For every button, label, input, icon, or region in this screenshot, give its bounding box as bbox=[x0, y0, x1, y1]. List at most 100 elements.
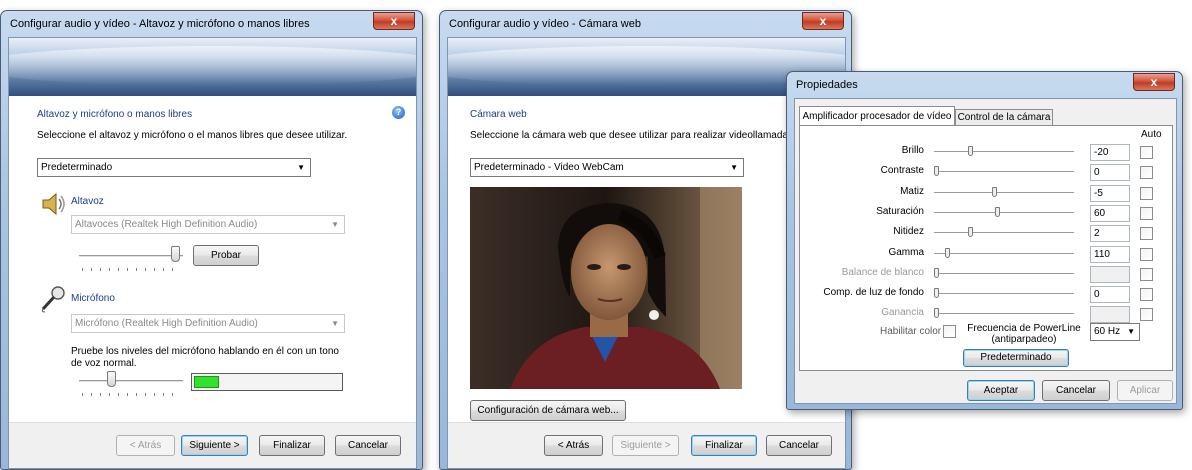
auto-column-header: Auto bbox=[1141, 129, 1162, 140]
speaker-icon bbox=[41, 192, 67, 216]
microphone-level-fill bbox=[194, 376, 219, 388]
property-slider-track[interactable] bbox=[934, 212, 1074, 213]
property-auto-checkbox[interactable] bbox=[1140, 207, 1153, 220]
property-slider-thumb[interactable] bbox=[992, 187, 997, 197]
microphone-icon bbox=[39, 285, 67, 313]
speaker-select-value: Altavoces (Realtek High Definition Audio… bbox=[75, 219, 258, 230]
cancel-button[interactable]: Cancelar bbox=[766, 435, 832, 456]
properties-titlebar[interactable]: Propiedades x bbox=[794, 72, 1175, 98]
speaker-volume-ticks bbox=[82, 268, 180, 271]
property-value-field[interactable]: -20 bbox=[1090, 144, 1130, 161]
audio-window-titlebar[interactable]: Configurar audio y vídeo - Altavoz y mic… bbox=[8, 11, 415, 37]
property-value-field[interactable]: -5 bbox=[1090, 185, 1130, 202]
wizard-footer: < Atrás Siguiente > Finalizar Cancelar bbox=[9, 422, 416, 468]
tab-camera-control[interactable]: Control de la cámara bbox=[955, 109, 1053, 126]
property-slider-thumb[interactable] bbox=[995, 207, 1000, 217]
apply-button[interactable]: Aplicar bbox=[1117, 380, 1173, 401]
device-select[interactable]: Predeterminado ▼ bbox=[37, 158, 311, 177]
property-auto-checkbox[interactable] bbox=[1140, 308, 1153, 321]
property-slider-thumb[interactable] bbox=[945, 248, 950, 258]
property-slider-thumb[interactable] bbox=[934, 166, 939, 176]
property-slider-thumb[interactable] bbox=[968, 227, 973, 237]
speaker-label: Altavoz bbox=[71, 196, 104, 207]
webcam-select[interactable]: Predeterminado - Video WebCam ▼ bbox=[470, 158, 744, 177]
close-button[interactable]: x bbox=[802, 12, 844, 30]
property-value-field[interactable]: 0 bbox=[1090, 164, 1130, 181]
microphone-volume-track[interactable] bbox=[79, 380, 183, 383]
property-value-field[interactable]: 0 bbox=[1090, 286, 1130, 303]
instruction-text: Seleccione la cámara web que desee utili… bbox=[470, 130, 793, 141]
webcam-window-titlebar[interactable]: Configurar audio y vídeo - Cámara web x bbox=[447, 11, 844, 37]
color-enable-checkbox[interactable] bbox=[943, 325, 956, 338]
property-slider-thumb[interactable] bbox=[934, 268, 939, 278]
next-button[interactable]: Siguiente > bbox=[612, 435, 679, 456]
property-label: Comp. de luz de fondo bbox=[823, 287, 924, 298]
probar-button[interactable]: Probar bbox=[193, 245, 259, 266]
finish-button[interactable]: Finalizar bbox=[691, 435, 757, 456]
powerline-label-line1: Frecuencia de PowerLine bbox=[967, 323, 1081, 334]
accept-button[interactable]: Aceptar bbox=[967, 380, 1035, 401]
property-slider-track[interactable] bbox=[934, 293, 1074, 294]
property-auto-checkbox[interactable] bbox=[1140, 288, 1153, 301]
speaker-volume-track[interactable] bbox=[79, 255, 183, 258]
chevron-down-icon: ▼ bbox=[297, 163, 305, 172]
default-button[interactable]: Predeterminado bbox=[963, 349, 1069, 367]
tab-video-proc-amp-label: Amplificador procesador de vídeo bbox=[802, 111, 952, 122]
property-slider-thumb[interactable] bbox=[934, 288, 939, 298]
webcam-settings-button[interactable]: Configuración de cámara web... bbox=[470, 400, 626, 421]
property-auto-checkbox[interactable] bbox=[1140, 166, 1153, 179]
speaker-select[interactable]: Altavoces (Realtek High Definition Audio… bbox=[71, 215, 345, 234]
chevron-down-icon: ▼ bbox=[331, 220, 339, 229]
speaker-volume-thumb[interactable] bbox=[171, 246, 180, 262]
property-label: Contraste bbox=[880, 165, 924, 176]
cancel-button[interactable]: Cancelar bbox=[335, 435, 401, 456]
properties-title: Propiedades bbox=[796, 79, 858, 91]
next-button[interactable]: Siguiente > bbox=[181, 435, 248, 456]
powerline-select[interactable]: 60 Hz ▼ bbox=[1090, 323, 1140, 341]
property-label: Nitidez bbox=[893, 226, 924, 237]
webcam-window-title: Configurar audio y vídeo - Cámara web bbox=[449, 18, 641, 30]
property-slider-track[interactable] bbox=[934, 232, 1074, 233]
back-button[interactable]: < Atrás bbox=[116, 435, 175, 456]
property-slider-track[interactable] bbox=[934, 313, 1074, 314]
property-auto-checkbox[interactable] bbox=[1140, 146, 1153, 159]
microphone-select-value: Micrófono (Realtek High Definition Audio… bbox=[75, 318, 258, 329]
cancel-button[interactable]: Cancelar bbox=[1042, 380, 1110, 401]
property-value-field[interactable]: 60 bbox=[1090, 205, 1130, 222]
audio-window-client: ? Altavoz y micrófono o manos libres Sel… bbox=[8, 37, 417, 469]
property-slider-track[interactable] bbox=[934, 171, 1074, 172]
help-icon[interactable]: ? bbox=[392, 106, 405, 119]
property-label: Ganancia bbox=[881, 307, 924, 318]
property-label: Saturación bbox=[876, 206, 924, 217]
property-slider-track[interactable] bbox=[934, 273, 1074, 274]
property-auto-checkbox[interactable] bbox=[1140, 227, 1153, 240]
chevron-down-icon: ▼ bbox=[1127, 327, 1135, 336]
microphone-volume-thumb[interactable] bbox=[107, 371, 116, 387]
property-value-field[interactable]: 2 bbox=[1090, 225, 1130, 242]
property-auto-checkbox[interactable] bbox=[1140, 187, 1153, 200]
powerline-select-value: 60 Hz bbox=[1094, 326, 1121, 337]
property-slider-thumb[interactable] bbox=[934, 308, 939, 318]
property-value-field[interactable] bbox=[1090, 306, 1130, 323]
property-auto-checkbox[interactable] bbox=[1140, 248, 1153, 261]
property-label: Balance de blanco bbox=[841, 267, 924, 278]
close-button[interactable]: x bbox=[373, 12, 415, 30]
device-select-value: Predeterminado bbox=[41, 162, 113, 173]
microphone-label: Micrófono bbox=[71, 293, 115, 304]
back-button[interactable]: < Atrás bbox=[544, 435, 603, 456]
property-value-field[interactable] bbox=[1090, 266, 1130, 283]
microphone-select[interactable]: Micrófono (Realtek High Definition Audio… bbox=[71, 314, 345, 333]
property-auto-checkbox[interactable] bbox=[1140, 268, 1153, 281]
property-value-field[interactable]: 110 bbox=[1090, 246, 1130, 263]
properties-dialog: Propiedades x Amplificador procesador de… bbox=[786, 71, 1183, 410]
property-slider-track[interactable] bbox=[934, 253, 1074, 254]
close-button[interactable]: x bbox=[1133, 73, 1175, 91]
tab-video-proc-amp[interactable]: Amplificador procesador de vídeo bbox=[799, 106, 955, 126]
finish-button[interactable]: Finalizar bbox=[259, 435, 325, 456]
tab-panel: Auto Brillo -20 Contraste 0 Matiz -5 Saturació… bbox=[799, 125, 1173, 371]
property-slider-thumb[interactable] bbox=[968, 146, 973, 156]
property-label: Brillo bbox=[901, 145, 924, 156]
property-slider-track[interactable] bbox=[934, 192, 1074, 193]
property-slider-track[interactable] bbox=[934, 151, 1074, 152]
properties-client: Amplificador procesador de vídeo Control… bbox=[794, 98, 1177, 404]
